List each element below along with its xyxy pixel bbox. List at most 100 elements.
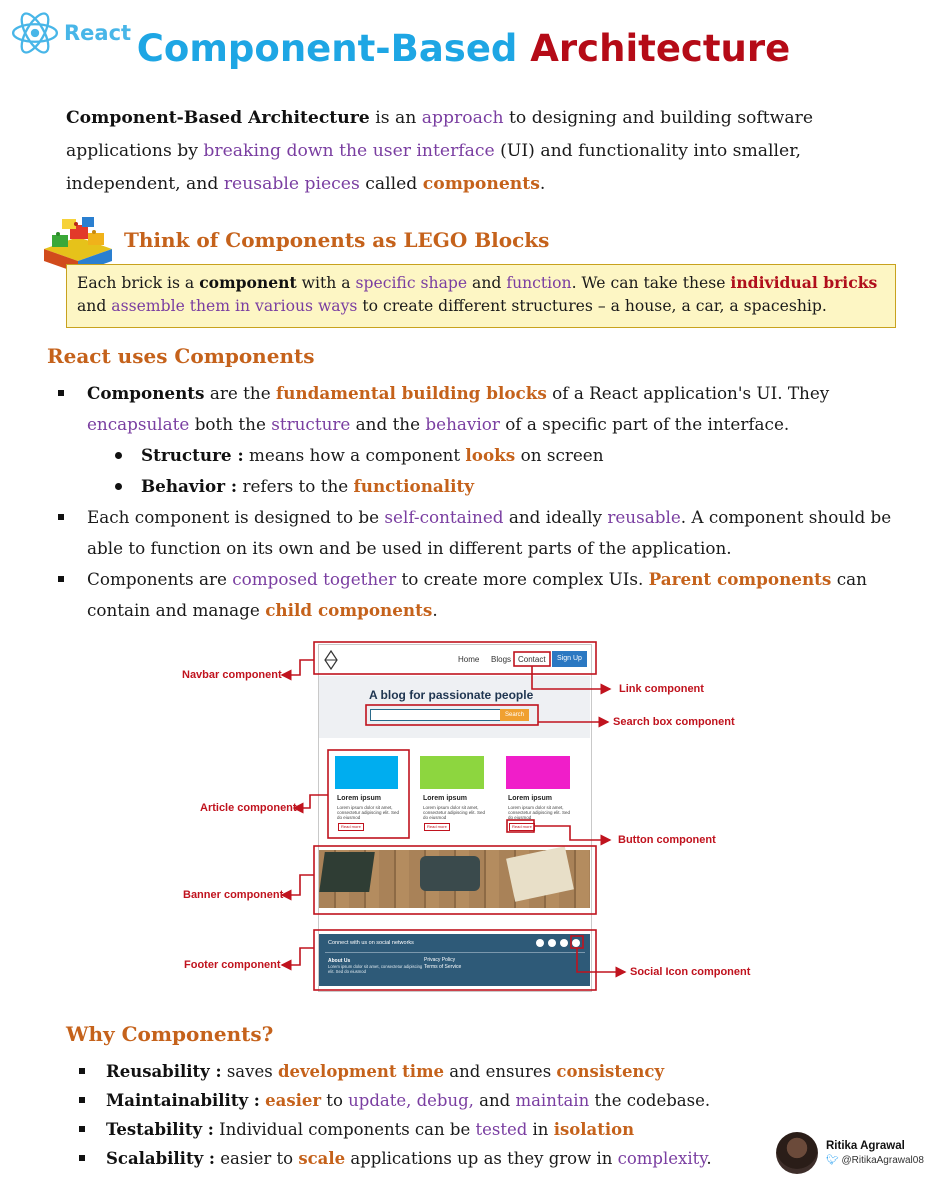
bullet-text: are the xyxy=(204,383,276,403)
bullet-marker xyxy=(58,390,64,396)
react-bullet-list: Components are the fundamental building … xyxy=(0,378,927,626)
sub-list-item: Behavior : refers to the functionality xyxy=(0,471,927,502)
twitter-bird-icon: 🐦︎ xyxy=(826,1155,839,1166)
read-more-button[interactable]: Read more xyxy=(509,823,535,831)
lego-bold: component xyxy=(199,273,297,292)
why-highlight: tested xyxy=(475,1120,528,1139)
instagram-icon[interactable] xyxy=(560,939,568,947)
lego-text: with a xyxy=(296,274,356,292)
author-card: Ritika Agrawal 🐦︎ @RitikaAgrawal08 xyxy=(776,1132,924,1174)
label-search-component: Search box component xyxy=(613,716,735,728)
bullet-highlight: self-contained xyxy=(384,507,504,527)
bullet-text: Each component is designed to be xyxy=(87,507,385,527)
why-highlight: maintain xyxy=(515,1091,590,1110)
sub-list-item: Structure : means how a component looks … xyxy=(0,440,927,471)
bullet-highlight: behavior xyxy=(425,414,500,434)
why-text: in xyxy=(527,1120,554,1139)
bullet-emphasis: child components xyxy=(265,600,433,620)
bullet-marker xyxy=(58,514,64,520)
title-part2: Architecture xyxy=(530,27,791,70)
label-button-component: Button component xyxy=(618,834,716,846)
bullet-text: and the xyxy=(350,414,426,434)
facebook-icon[interactable] xyxy=(536,939,544,947)
react-section-heading: React uses Components xyxy=(47,344,315,368)
lego-heading: Think of Components as LEGO Blocks xyxy=(124,228,550,252)
why-text: and ensures xyxy=(444,1062,557,1081)
page-title: Component-Based Architecture xyxy=(0,26,927,72)
why-term: Reusability : xyxy=(106,1062,222,1081)
sub-text: means how a component xyxy=(243,445,466,465)
why-text: to xyxy=(321,1091,349,1110)
intro-highlight: approach xyxy=(421,108,504,128)
author-handle[interactable]: @RitikaAgrawal08 xyxy=(841,1155,923,1166)
nav-link-blogs[interactable]: Blogs xyxy=(491,655,511,664)
why-highlight: update, debug, xyxy=(348,1091,474,1110)
list-item: Each component is designed to be self-co… xyxy=(0,502,927,564)
article-title: Lorem ipsum xyxy=(508,795,552,802)
why-emphasis: isolation xyxy=(553,1120,635,1139)
nav-link-home[interactable]: Home xyxy=(458,655,479,664)
label-article-component: Article component xyxy=(200,802,297,814)
bullet-highlight: reusable xyxy=(607,507,681,527)
sub-term: Structure : xyxy=(141,445,244,465)
bullet-text: of a specific part of the interface. xyxy=(499,414,790,434)
article-body: Lorem ipsum dolor sit amet, consectetur … xyxy=(337,805,400,820)
lego-text: . We can take these xyxy=(571,274,731,292)
nav-link-contact[interactable]: Contact xyxy=(518,655,546,664)
bullet-highlight: encapsulate xyxy=(87,414,190,434)
bullet-marker xyxy=(79,1097,85,1103)
lego-text: and xyxy=(467,274,507,292)
lego-highlight: specific shape xyxy=(355,274,468,292)
read-more-button[interactable]: Read more xyxy=(424,823,450,831)
lego-text: Each brick is a xyxy=(77,274,200,292)
article-image xyxy=(420,756,484,789)
label-footer-component: Footer component xyxy=(184,959,281,971)
author-handle-row[interactable]: 🐦︎ @RitikaAgrawal08 xyxy=(826,1155,924,1166)
bullet-emphasis: fundamental building blocks xyxy=(275,383,547,403)
why-item-maintainability: Maintainability : easier to update, debu… xyxy=(0,1086,760,1115)
signup-button[interactable]: Sign Up xyxy=(552,651,587,667)
hero-section xyxy=(319,676,590,738)
bullet-text: Components are xyxy=(87,569,233,589)
lego-highlight: function xyxy=(506,274,572,292)
bullet-text: to create more complex UIs. xyxy=(396,569,649,589)
why-list: Reusability : saves development time and… xyxy=(0,1057,760,1173)
lego-callout: Each brick is a component with a specifi… xyxy=(66,264,896,328)
article-image xyxy=(335,756,398,789)
why-item-testability: Testability : Individual components can … xyxy=(0,1115,760,1144)
avatar xyxy=(776,1132,818,1174)
article-body: Lorem ipsum dolor sit amet, consectetur … xyxy=(508,805,571,820)
mock-search-button[interactable]: Search xyxy=(500,709,529,721)
bullet-dot xyxy=(115,483,122,490)
banner-typewriter xyxy=(420,856,480,891)
list-item: Components are the fundamental building … xyxy=(0,378,927,440)
intro-paragraph: Component-Based Architecture is an appro… xyxy=(66,102,902,201)
sub-term: Behavior : xyxy=(141,476,238,496)
lego-text: and xyxy=(77,297,112,315)
label-navbar-component: Navbar component xyxy=(182,669,282,681)
intro-text: . xyxy=(539,174,546,194)
bullet-dot xyxy=(115,452,122,459)
twitter-icon[interactable] xyxy=(548,939,556,947)
lego-emphasis: individual bricks xyxy=(730,273,878,292)
bullet-text: . xyxy=(432,600,438,620)
footer-about-body: Lorem ipsum dolor sit amet, consectetur … xyxy=(328,964,423,974)
footer-terms-link[interactable]: Terms of Service xyxy=(424,964,461,970)
article-image xyxy=(506,756,570,789)
pinterest-icon[interactable] xyxy=(572,939,580,947)
why-emphasis: scale xyxy=(298,1149,346,1168)
read-more-button[interactable]: Read more xyxy=(338,823,364,831)
bullet-marker xyxy=(79,1155,85,1161)
intro-highlight: reusable pieces xyxy=(223,174,360,194)
component-diagram: Home Blogs Contact Sign Up A blog for pa… xyxy=(170,630,790,1000)
lego-highlight: assemble them in various ways xyxy=(111,297,358,315)
bullet-term: Components xyxy=(87,383,205,403)
diamond-logo-icon xyxy=(324,650,338,670)
mock-search-input[interactable] xyxy=(370,709,502,721)
why-emphasis: development time xyxy=(277,1062,445,1081)
footer-privacy-link[interactable]: Privacy Policy xyxy=(424,957,455,963)
bullet-emphasis: Parent components xyxy=(648,569,832,589)
lego-text: to create different structures – a house… xyxy=(357,297,827,315)
list-item: Components are composed together to crea… xyxy=(0,564,927,626)
bullet-marker xyxy=(58,576,64,582)
